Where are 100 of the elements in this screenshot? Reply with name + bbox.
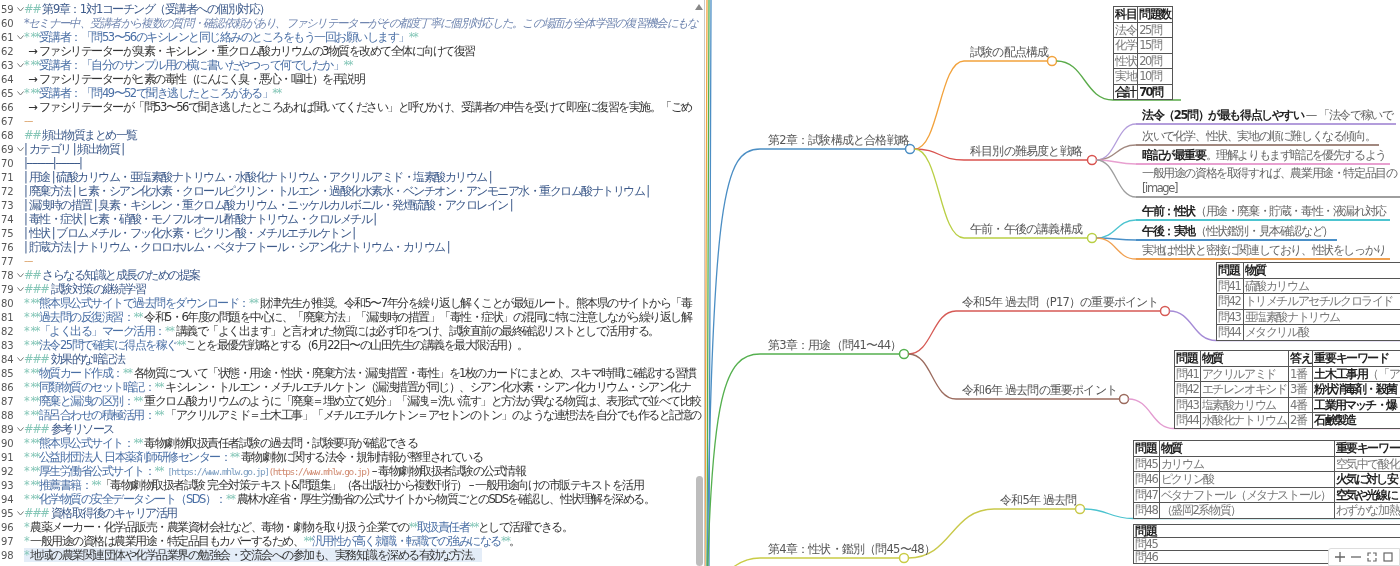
- node-label[interactable]: 令和5年 過去問: [1000, 493, 1077, 507]
- table-cell: アクリルアミド: [1200, 366, 1289, 382]
- note-text: 暗記が最重要。理解よりもまず暗記を優先するよう: [1142, 148, 1386, 163]
- line-number: 78: [0, 269, 15, 281]
- node-label[interactable]: 令和5年 過去問（P17）の重要ポイント: [962, 295, 1159, 309]
- table-cell: わずかな加熱: [1334, 502, 1400, 518]
- code-line: → ファシリテーターが「問53〜56で聞き逃したところあれば聞いてください」と呼びかけ、受講者の申告を受けて即座に復習を実施。「ごめ: [27, 100, 692, 114]
- node-label[interactable]: 第3章：用途（問41〜44）: [768, 338, 902, 352]
- line-number: 82: [0, 325, 15, 337]
- scrollbar-thumb[interactable]: [695, 476, 703, 566]
- table-cell: 問48: [1133, 502, 1160, 518]
- code-line: * **受講者：「問49〜52で聞き逃したところがある」**: [24, 86, 281, 100]
- table-cell: エチレンオキシド: [1200, 381, 1289, 397]
- line-number: 87: [0, 395, 15, 407]
- code-line: ---: [24, 114, 32, 128]
- table-cell: 塩素酸カリウム: [1200, 397, 1289, 413]
- fold-chevron-icon[interactable]: [17, 286, 24, 292]
- column-header: 問題: [1133, 440, 1160, 456]
- fullscreen-icon[interactable]: [1383, 552, 1393, 562]
- code-line: * **受講者：「自分のサンプル用の横に書いたやつって何でしたか」**: [24, 58, 352, 72]
- code-line: | 用途 | 硫酸カリウム・亜塩素酸ナトリウム・水酸化ナトリウム・アクリルアミド・塩素酸カリウム |: [24, 170, 492, 184]
- line-number: 69: [0, 143, 15, 155]
- scroll-up-icon[interactable]: [695, 4, 703, 10]
- code-line: ### 効果的な暗記法: [24, 352, 125, 366]
- table-cell: 問41: [1216, 278, 1244, 294]
- column-header: 答え: [1288, 350, 1313, 366]
- code-line: * **熊本県公式サイト：** 毒物劇物取扱責任者試験の過去問・試験要項が確認できる: [24, 436, 418, 450]
- fold-chevron-icon[interactable]: [17, 6, 24, 12]
- fold-chevron-icon[interactable]: [17, 62, 24, 68]
- line-number: 91: [0, 451, 15, 463]
- code-line: | 性状 | ブロムメチル・フッ化水素・ピクリン酸・メチルエチルケトン |: [24, 226, 355, 240]
- node-label[interactable]: 科目別の難易度と戦略: [970, 144, 1082, 158]
- table-cell: 化学: [1113, 37, 1138, 53]
- node-label[interactable]: 試験の配点構成: [970, 45, 1049, 59]
- node-circle[interactable]: [1086, 154, 1098, 166]
- code-line: ### 参考リソース: [24, 422, 114, 436]
- line-number: 73: [0, 199, 15, 211]
- line-number: 94: [0, 493, 15, 505]
- line-number: 68: [0, 129, 15, 141]
- code-line: ## 頻出物質まとめ一覧: [24, 128, 137, 142]
- code-line: | 毒性・症状 | ヒ素・硝酸・モノフルオール酢酸ナトリウム・クロルメチル |: [24, 212, 376, 226]
- code-line: * 一般用途の資格は農業用途・特定品目もカバーするため、**汎用性が高く就職・転職での強みになる**。: [24, 534, 520, 548]
- fold-chevron-icon[interactable]: [17, 272, 24, 278]
- table-cell: トリメチルアセチルクロライド: [1243, 293, 1400, 309]
- line-number: 88: [0, 409, 15, 421]
- note-text: [image]: [1142, 181, 1179, 196]
- zoom-in-icon[interactable]: [1335, 552, 1345, 562]
- fold-chevron-icon[interactable]: [17, 34, 24, 40]
- node-circle[interactable]: [898, 552, 910, 564]
- node-circle[interactable]: [1086, 232, 1098, 244]
- table-cell: 問47: [1133, 487, 1160, 503]
- fold-chevron-icon[interactable]: [17, 356, 24, 362]
- line-number: 83: [0, 339, 15, 351]
- line-number: 61: [0, 31, 15, 43]
- table-cell: 25問: [1137, 22, 1173, 38]
- code-line: * **過去問の反復演習：** 令和5・6年度の問題を中心に、「廃棄方法」「漏洩時の措置」「毒性・症状」の混同に特に注意しながら繰り返し解: [24, 310, 692, 324]
- line-number: 90: [0, 437, 15, 449]
- table-cell: 問45: [1133, 456, 1160, 472]
- code-line: * **推薦書籍：**「毒物劇物取扱者試験 完全対策テキスト&問題集」（各出版社から複数刊行） – 一般用途向けの市販テキストを活用: [24, 478, 644, 492]
- fold-chevron-icon[interactable]: [17, 146, 24, 152]
- code-line: ### 試験対策の継続学習: [24, 282, 146, 296]
- table-cell: 20問: [1137, 53, 1173, 69]
- table-cell: 合計: [1113, 84, 1138, 100]
- node-label[interactable]: 午前・午後の講義構成: [970, 222, 1082, 236]
- line-number: 70: [0, 157, 15, 169]
- line-number: 98: [0, 549, 15, 561]
- table-cell: 70問: [1137, 84, 1173, 100]
- code-line: | カテゴリ | 頻出物質 |: [24, 142, 124, 156]
- line-number: 62: [0, 45, 15, 57]
- line-number: 74: [0, 213, 15, 225]
- table-cell: （盛岡2系物質）: [1159, 502, 1335, 518]
- column-header: 物質: [1159, 440, 1335, 456]
- line-number: 84: [0, 353, 15, 365]
- code-line: * **廃棄と漏洩の区別：** 重クロム酸カリウムのように「廃棄＝埋め立て処分」「漏洩＝洗い流す」と方法が異なる物質は、表形式で並べて比較: [24, 394, 701, 408]
- node-label[interactable]: 令和6年 過去問の重要ポイント: [962, 383, 1117, 397]
- node-circle[interactable]: [898, 348, 910, 360]
- node-circle[interactable]: [1074, 503, 1086, 515]
- table-cell: 問46: [1133, 471, 1160, 487]
- line-number: 95: [0, 507, 15, 519]
- code-line: * **公益財団法人 日本薬剤師研修センター：** 毒物劇物に関する法令・規制情報が整理されている: [24, 450, 483, 464]
- fold-chevron-icon[interactable]: [17, 426, 24, 432]
- table-cell: 実地: [1113, 68, 1138, 84]
- node-circle[interactable]: [1159, 305, 1171, 317]
- note-text: 一般用途の資格を取得すれば、農業用途・特定品目の: [1142, 166, 1397, 181]
- table-cell: 4番: [1288, 397, 1313, 413]
- fold-chevron-icon[interactable]: [17, 510, 24, 516]
- node-label[interactable]: 第4章：性状・鑑別（問45〜48）: [768, 542, 935, 556]
- code-line: ## さらなる知識と成長のための提案: [24, 268, 200, 282]
- table-cell: 3番: [1288, 381, 1313, 397]
- code-line: * 農薬メーカー・化学品販売・農業資材会社など、毒物・劇物を取り扱う企業での**取扱責任者**として活躍できる。: [24, 520, 573, 534]
- fold-chevron-icon[interactable]: [17, 90, 24, 96]
- node-label[interactable]: 第2章：試験構成と合格戦略: [768, 133, 909, 147]
- line-number: 96: [0, 521, 15, 533]
- code-line: | 貯蔵方法 | ナトリウム・クロロホルム・ベタナフトール・シアン化ナトリウム・カリウム |: [24, 240, 450, 254]
- table-cell: 2番: [1288, 412, 1313, 428]
- node-circle[interactable]: [1118, 393, 1130, 405]
- code-line: * **「よく出る」マーク活用：** 講義で「よく出ます」と言われた物質には必ず印をつけ、試験直前の最終確認リストとして活用する。: [24, 324, 659, 338]
- fit-view-icon[interactable]: [1367, 552, 1377, 562]
- table-cell: 亜塩素酸ナトリウム: [1243, 309, 1400, 325]
- code-line: * **化学物質の安全データシート（SDS）：** 農林水産省・厚生労働省の公式サイトから物質ごとのSDSを確認し、性状理解を深める。: [24, 492, 655, 506]
